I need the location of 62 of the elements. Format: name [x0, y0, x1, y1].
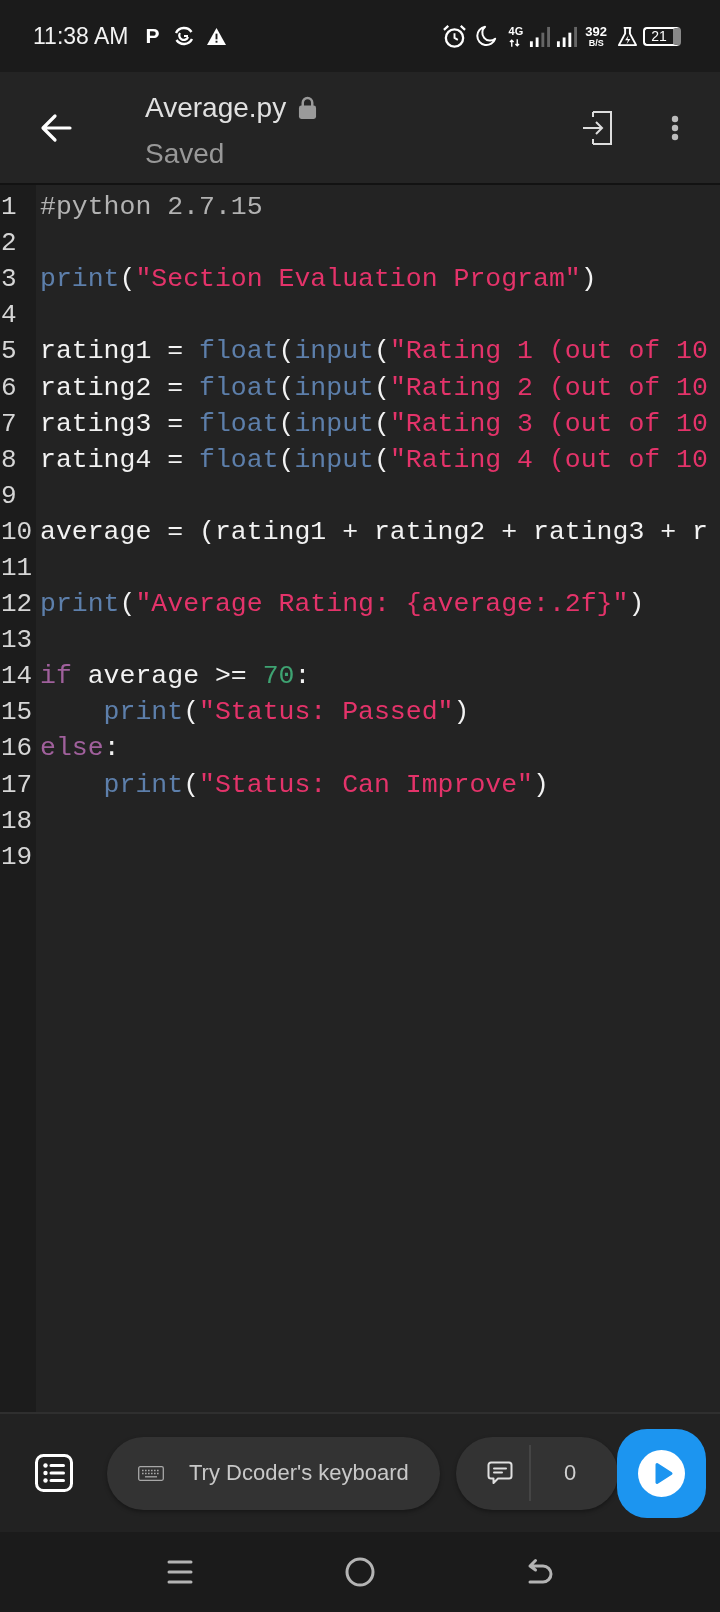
warning-icon	[205, 26, 227, 46]
comment-icon	[487, 1461, 513, 1485]
line-number: 6	[0, 372, 17, 403]
code-line: print("Status: Can Improve")	[103, 768, 549, 801]
code-line: average = (rating1 + rating2 + rating3 + r	[40, 515, 708, 548]
play-icon	[638, 1449, 685, 1497]
return-arrow-icon	[527, 1558, 553, 1586]
code-line: print("Section Evaluation Program")	[40, 263, 597, 296]
keyboard-button[interactable]: Try Dcoder's keyboard	[107, 1436, 440, 1510]
line-number: 9	[0, 480, 17, 511]
more-icon	[671, 114, 679, 141]
outline-button[interactable]	[35, 1454, 73, 1492]
alarm-clock-icon	[441, 23, 467, 49]
data-speed-unit: B/S	[588, 38, 604, 48]
line-number: 14	[0, 661, 33, 692]
network-type: 4G	[508, 25, 524, 37]
file-name: Average.py	[145, 90, 287, 125]
clock-time: 11:38 AM	[33, 22, 129, 50]
line-number: 5	[0, 336, 17, 367]
code-line: rating4 = float(input("Rating 4 (out of 10	[40, 443, 708, 476]
code-line: #python 2.7.15	[40, 191, 263, 224]
code-line: print("Status: Passed")	[103, 696, 470, 729]
line-number: 11	[0, 553, 33, 583]
comments-button[interactable]: 0	[456, 1436, 618, 1510]
line-number: 1	[0, 192, 17, 223]
line-number: 13	[0, 625, 33, 656]
line-number: 18	[0, 805, 33, 836]
line-number: 3	[0, 264, 17, 295]
arrow-into-box-icon	[582, 110, 612, 145]
flask-icon	[617, 25, 638, 47]
list-icon	[35, 1454, 73, 1492]
line-number: 16	[0, 733, 33, 764]
battery-percentage: 21	[651, 29, 667, 43]
line-number: 8	[0, 444, 17, 475]
line-number: 15	[0, 697, 33, 728]
code-line: print("Average Rating: {average:.2f}")	[40, 588, 645, 621]
run-button[interactable]	[617, 1428, 706, 1518]
moon-icon	[474, 25, 497, 47]
lock-icon	[298, 96, 318, 119]
menu-icon	[167, 1559, 193, 1585]
signal-icon	[556, 25, 578, 47]
code-line: else:	[40, 732, 120, 765]
home-icon	[345, 1557, 375, 1587]
code-line: rating3 = float(input("Rating 3 (out of 10	[40, 407, 708, 440]
notification-letter: P	[145, 26, 160, 46]
line-number: 17	[0, 769, 33, 800]
code-line: rating1 = float(input("Rating 1 (out of 10	[40, 335, 708, 368]
sync-icon	[172, 25, 195, 47]
data-arrows-icon	[508, 38, 520, 47]
signal-icon	[529, 25, 551, 47]
code-line: if average >= 70:	[40, 660, 311, 693]
line-number: 19	[0, 841, 33, 872]
save-status: Saved	[145, 136, 225, 171]
data-speed: 392	[585, 24, 607, 38]
code-line: rating2 = float(input("Rating 2 (out of 10	[40, 371, 708, 404]
line-number: 7	[0, 408, 17, 439]
line-number: 4	[0, 300, 17, 331]
keyboard-icon	[138, 1465, 164, 1481]
line-number: 10	[0, 516, 33, 547]
line-number: 12	[0, 589, 33, 620]
line-number: 2	[0, 228, 17, 259]
back-icon	[40, 112, 72, 143]
